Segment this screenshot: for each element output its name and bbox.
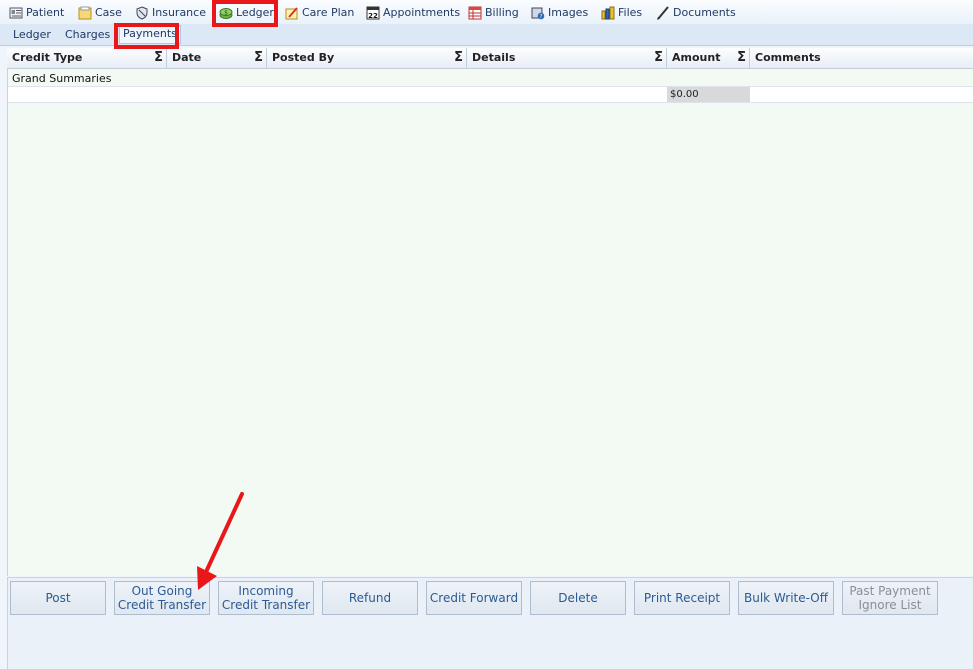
callout-arrow-icon	[197, 492, 244, 590]
nav-images[interactable]: ? Images	[531, 4, 588, 21]
ledger-money-icon: $	[219, 7, 233, 19]
svg-text:?: ?	[540, 14, 543, 20]
post-button[interactable]: Post	[10, 581, 106, 615]
subtab-payments[interactable]: Payments	[119, 25, 181, 44]
delete-button[interactable]: Delete	[530, 581, 626, 615]
nav-insurance-label: Insurance	[152, 6, 206, 19]
nav-billing-label: Billing	[485, 6, 519, 19]
nav-appointments[interactable]: 22 Appointments	[366, 4, 460, 21]
documents-pen-icon	[657, 5, 669, 20]
nav-images-label: Images	[548, 6, 589, 19]
grand-summaries-label: Grand Summaries	[12, 72, 112, 85]
col-date-label: Date	[172, 51, 202, 64]
nav-documents-label: Documents	[673, 6, 736, 19]
nav-ledger-label: Ledger	[236, 6, 274, 19]
grand-summary-row: $0.00	[8, 86, 973, 103]
sigma-summary-icon[interactable]: Σ	[654, 48, 663, 68]
col-credit-type[interactable]: Credit Type Σ	[7, 48, 167, 68]
refund-button[interactable]: Refund	[322, 581, 418, 615]
files-icon	[601, 6, 615, 19]
col-comments-label: Comments	[755, 51, 821, 64]
nav-insurance[interactable]: Insurance	[135, 4, 206, 21]
col-amount[interactable]: Amount Σ	[667, 48, 750, 68]
nav-billing[interactable]: Billing	[468, 4, 519, 21]
col-posted-by-label: Posted By	[272, 51, 335, 64]
sigma-summary-icon[interactable]: Σ	[154, 48, 163, 68]
sigma-summary-icon[interactable]: Σ	[454, 48, 463, 68]
nav-care-plan[interactable]: Care Plan	[285, 4, 354, 21]
col-credit-type-label: Credit Type	[12, 51, 83, 64]
case-folder-icon	[78, 6, 92, 19]
svg-text:$: $	[224, 9, 228, 16]
sub-nav-bar: Ledger Charges Payments	[0, 24, 973, 46]
col-details[interactable]: Details Σ	[467, 48, 667, 68]
col-comments[interactable]: Comments	[750, 48, 973, 68]
nav-documents[interactable]: Documents	[656, 4, 736, 21]
nav-patient-label: Patient	[26, 6, 65, 19]
nav-case-label: Case	[95, 6, 122, 19]
calendar-icon: 22	[366, 6, 380, 20]
care-plan-icon	[285, 6, 298, 19]
past-payment-ignore-list-button[interactable]: Past Payment Ignore List	[842, 581, 938, 615]
calendar-day-text: 22	[368, 12, 378, 20]
billing-sheet-icon	[468, 6, 482, 19]
nav-files[interactable]: Files	[601, 4, 642, 21]
sigma-summary-icon[interactable]: Σ	[254, 48, 263, 68]
payments-grid-body: Grand Summaries $0.00	[7, 69, 973, 576]
col-details-label: Details	[472, 51, 516, 64]
app-window: Patient Case Insurance $ Ledger Care Pla…	[0, 0, 973, 669]
nav-patient[interactable]: Patient	[9, 4, 64, 21]
sigma-summary-icon[interactable]: Σ	[737, 48, 746, 68]
nav-case[interactable]: Case	[78, 4, 122, 21]
nav-care-plan-label: Care Plan	[302, 6, 355, 19]
col-date[interactable]: Date Σ	[167, 48, 267, 68]
top-nav-bar: Patient Case Insurance $ Ledger Care Pla…	[0, 0, 973, 25]
subtab-ledger[interactable]: Ledger	[13, 28, 51, 41]
summary-amount-cell: $0.00	[667, 87, 750, 102]
bulk-write-off-button[interactable]: Bulk Write-Off	[738, 581, 834, 615]
credit-forward-button[interactable]: Credit Forward	[426, 581, 522, 615]
col-amount-label: Amount	[672, 51, 721, 64]
col-posted-by[interactable]: Posted By Σ	[267, 48, 467, 68]
images-icon: ?	[531, 7, 545, 20]
insurance-shield-icon	[136, 5, 148, 20]
nav-ledger[interactable]: $ Ledger	[219, 4, 274, 21]
subtab-charges[interactable]: Charges	[65, 28, 110, 41]
patient-card-icon	[9, 7, 23, 18]
payments-grid-header: Credit Type Σ Date Σ Posted By Σ Details…	[7, 48, 973, 69]
print-receipt-button[interactable]: Print Receipt	[634, 581, 730, 615]
nav-appointments-label: Appointments	[383, 6, 461, 19]
nav-files-label: Files	[618, 6, 643, 19]
